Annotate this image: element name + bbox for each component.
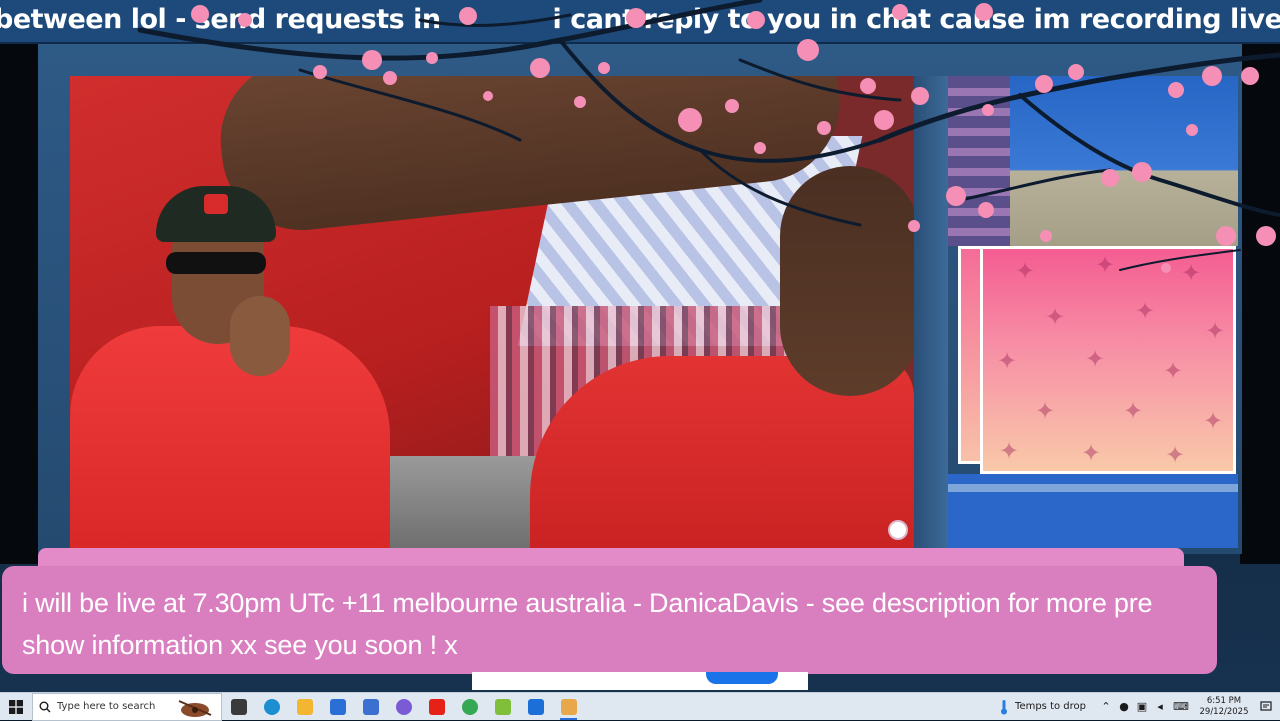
video-watermark-icon	[888, 520, 908, 540]
file-explorer-button[interactable]	[288, 693, 321, 721]
clock-time: 6:51 PM	[1206, 695, 1242, 706]
speaker-icon[interactable]: ◂	[1154, 700, 1166, 713]
file-explorer-icon	[296, 698, 313, 715]
weather-widget[interactable]: Temps to drop	[999, 693, 1086, 721]
video-app-button[interactable]	[552, 693, 585, 721]
keyboard-icon[interactable]: ⌨	[1172, 700, 1190, 713]
task-view-button[interactable]	[222, 693, 255, 721]
chrome-icon	[461, 698, 478, 715]
partial-window	[472, 672, 808, 690]
main-video	[70, 76, 914, 548]
youtube-button[interactable]	[420, 693, 453, 721]
store-icon	[362, 698, 379, 715]
star-card: ✦ ✦ ✦ ✦ ✦ ✦ ✦ ✦ ✦ ✦ ✦ ✦ ✦ ✦ ✦	[980, 246, 1236, 474]
task-view-icon	[230, 698, 247, 715]
side-video-panel	[948, 76, 1238, 246]
camera-icon[interactable]: ▣	[1136, 700, 1148, 713]
clock[interactable]: 6:51 PM 29/12/2025	[1196, 693, 1252, 721]
notification-icon	[1260, 700, 1272, 711]
right-frame	[1240, 44, 1280, 564]
video-app-icon	[560, 698, 577, 715]
mail-button[interactable]	[321, 693, 354, 721]
ticker-text: between lol - send requests in i cant rep…	[0, 4, 1280, 35]
banner-text: i will be live at 7.30pm UTc +11 melbour…	[22, 588, 1153, 660]
edge-button[interactable]	[255, 693, 288, 721]
left-frame	[0, 44, 40, 564]
chrome-button[interactable]	[453, 693, 486, 721]
search-highlight-icon	[178, 699, 212, 717]
taskbar-search-box[interactable]: Type here to search	[32, 692, 222, 721]
copilot-icon	[395, 698, 412, 715]
partial-window-button[interactable]	[706, 672, 778, 684]
edge-icon	[263, 698, 280, 715]
video-person-left	[70, 186, 400, 548]
scrolling-ticker: between lol - send requests in i cant rep…	[0, 0, 1280, 44]
start-button[interactable]	[0, 693, 32, 721]
taskbar: Type here to search Temps to drop ⌃ ● ▣ …	[0, 692, 1280, 721]
microphone-icon[interactable]: ●	[1118, 700, 1130, 713]
notes-button[interactable]	[486, 693, 519, 721]
clock-date: 29/12/2025	[1199, 706, 1249, 717]
mail-icon	[329, 698, 346, 715]
search-icon	[39, 701, 51, 712]
media-player-icon	[527, 698, 544, 715]
system-tray: ⌃ ● ▣ ◂ ⌨	[1100, 693, 1190, 721]
store-button[interactable]	[354, 693, 387, 721]
notifications-button[interactable]	[1252, 693, 1280, 721]
ticker-segment-1: between lol - send requests in	[0, 4, 441, 35]
announcement-banner: i will be live at 7.30pm UTc +11 melbour…	[2, 566, 1217, 674]
copilot-button[interactable]	[387, 693, 420, 721]
video-divider	[914, 76, 948, 548]
show-hidden-icons-icon[interactable]: ⌃	[1100, 700, 1112, 713]
side-lower-panel	[948, 474, 1238, 548]
pinned-apps	[222, 693, 585, 721]
video-person-right	[510, 166, 914, 548]
youtube-icon	[428, 698, 445, 715]
ticker-segment-2: i cant reply to you in chat cause im rec…	[552, 4, 1280, 35]
thermometer-icon	[1001, 699, 1008, 714]
search-placeholder: Type here to search	[57, 701, 156, 712]
stream-overlay: between lol - send requests in i cant rep…	[0, 0, 1280, 692]
notes-icon	[494, 698, 511, 715]
windows-icon	[9, 699, 23, 714]
weather-text: Temps to drop	[1015, 701, 1086, 712]
media-player-button[interactable]	[519, 693, 552, 721]
